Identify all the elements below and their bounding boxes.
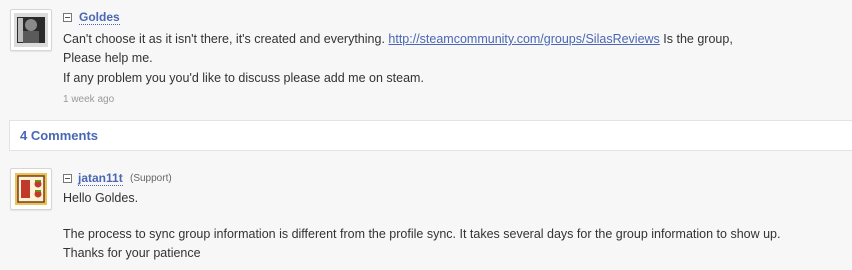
- post-line-1: Can't choose it as it isn't there, it's …: [63, 30, 733, 48]
- comment-line-1: The process to sync group information is…: [63, 227, 781, 241]
- comment-author-link[interactable]: jatan11t: [78, 172, 123, 186]
- post: Goldes Can't choose it as it isn't there…: [0, 0, 852, 120]
- post-timestamp: 1 week ago: [63, 94, 115, 105]
- comments-count[interactable]: 4 Comments: [20, 128, 98, 143]
- comment-line-2: Thanks for your patience: [63, 246, 201, 260]
- avatar[interactable]: [10, 168, 52, 210]
- group-link[interactable]: http://steamcommunity.com/groups/SilasRe…: [388, 32, 659, 46]
- comments-header: 4 Comments: [9, 120, 852, 151]
- post-line-1-text: Can't choose it as it isn't there, it's …: [63, 32, 385, 46]
- avatar[interactable]: [10, 9, 52, 51]
- comment-greeting: Hello Goldes.: [63, 191, 139, 205]
- collapse-icon[interactable]: [63, 13, 72, 22]
- comment: jatan11t (Support) Hello Goldes. The pro…: [0, 162, 852, 270]
- post-author-link[interactable]: Goldes: [79, 11, 120, 25]
- post-line-3: If any problem you you'd like to discuss…: [63, 71, 424, 85]
- post-line-2: Please help me.: [63, 51, 153, 65]
- post-line-1-end: Is the group,: [663, 32, 733, 46]
- support-role-label: (Support): [130, 173, 172, 184]
- support-avatar-image: [14, 172, 48, 206]
- collapse-icon[interactable]: [63, 174, 72, 183]
- goldes-avatar-image: [14, 13, 48, 47]
